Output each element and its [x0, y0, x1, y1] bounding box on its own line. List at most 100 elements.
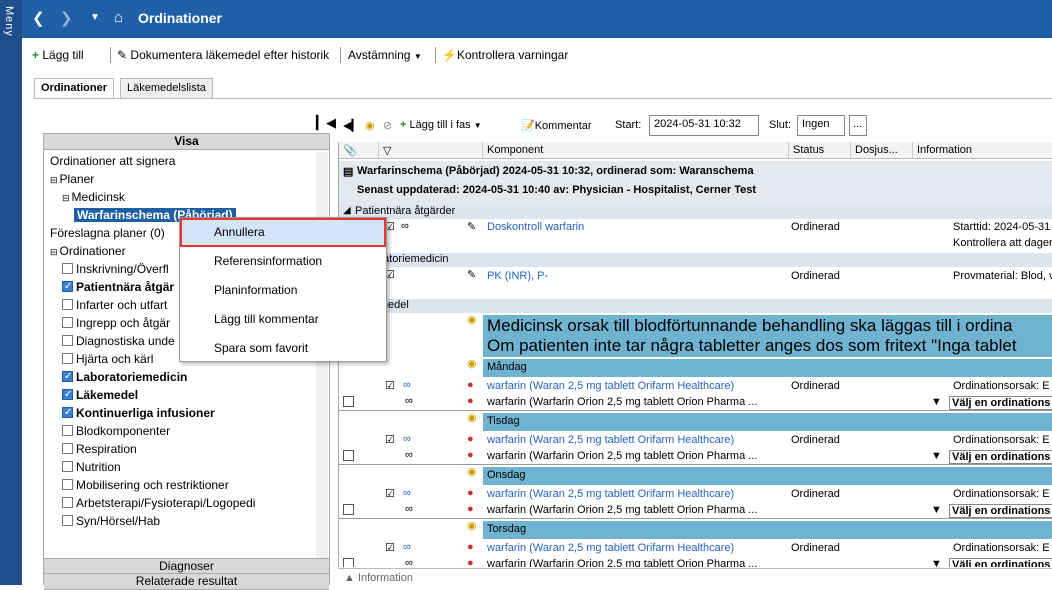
checkbox[interactable]: [62, 317, 73, 328]
checkbox[interactable]: [62, 461, 73, 472]
checkbox[interactable]: [62, 278, 73, 296]
section-row[interactable]: Laboratoriemedicin: [339, 253, 1052, 267]
row-checkbox[interactable]: [343, 558, 354, 567]
table-row[interactable]: ☑ ∞ ✎ Doskontroll warfarin Ordinerad Sta…: [339, 219, 1052, 253]
home-icon[interactable]: ⌂: [114, 9, 123, 26]
component-link[interactable]: Doskontroll warfarin: [487, 221, 584, 233]
checkbox[interactable]: [62, 443, 73, 454]
row-checkbox[interactable]: [343, 396, 354, 407]
add-button[interactable]: + Lägg till: [32, 48, 84, 62]
tab-ordinationer[interactable]: Ordinationer: [34, 78, 115, 98]
checkbox[interactable]: [62, 299, 73, 310]
tree-item[interactable]: Ordinationer att signera: [50, 152, 175, 170]
table-row[interactable]: ☑ ∞ ● warfarin (Waran 2,5 mg tablett Orifar…: [339, 433, 1052, 449]
menu-item-annullera[interactable]: Annullera: [180, 218, 386, 247]
tree-item[interactable]: Respiration: [62, 440, 137, 458]
chevron-down-icon[interactable]: ▼: [931, 558, 942, 567]
document-button[interactable]: ✎ Dokumentera läkemedel efter historik: [117, 48, 329, 62]
table-row[interactable]: ☑ ∞ ● warfarin (Waran 2,5 mg tablett Orifar…: [339, 541, 1052, 557]
expand-icon[interactable]: ⊟: [50, 247, 58, 257]
back-icon[interactable]: ❮: [32, 9, 45, 27]
tree-item[interactable]: Läkemedel: [62, 386, 138, 404]
column-header[interactable]: Information: [913, 142, 1052, 159]
tree-item[interactable]: Laboratoriemedicin: [62, 368, 187, 386]
tree-item[interactable]: Arbetsterapi/Fysioterapi/Logopedi: [62, 494, 255, 512]
chevron-down-icon[interactable]: ▼: [931, 450, 942, 462]
tree-item[interactable]: Infarter och utfart: [62, 296, 167, 314]
component-link[interactable]: PK (INR), P-: [487, 270, 548, 282]
checkbox[interactable]: [62, 353, 73, 364]
tree-item[interactable]: Föreslagna planer (0): [50, 224, 165, 242]
end-date-input[interactable]: Ingen: [797, 115, 845, 136]
side-menu-bar[interactable]: Meny: [0, 0, 22, 585]
component-link[interactable]: warfarin (Waran 2,5 mg tablett Orifarm H…: [487, 542, 734, 554]
tree-item[interactable]: Hjärta och kärl: [62, 350, 153, 368]
day-row[interactable]: ◉ Torsdag: [339, 519, 1052, 541]
attach-column-header[interactable]: 📎: [339, 142, 379, 159]
comment-button[interactable]: 📝Kommentar: [521, 119, 592, 132]
column-header[interactable]: Komponent: [483, 142, 789, 159]
table-row[interactable]: ∞ ● warfarin (Warfarin Orion 2,5 mg tablet…: [339, 395, 1052, 411]
tree-item[interactable]: Diagnostiska unde: [62, 332, 175, 350]
tree-item[interactable]: ⊟ Medicinsk: [62, 188, 125, 206]
forward-icon[interactable]: ❯: [60, 9, 73, 27]
reason-select[interactable]: Välj en ordinations: [949, 504, 1052, 518]
day-row[interactable]: ◉ Onsdag: [339, 465, 1052, 487]
reason-select[interactable]: Välj en ordinations: [949, 396, 1052, 410]
menu-item-add-comment[interactable]: Lägg till kommentar: [180, 305, 386, 334]
information-panel[interactable]: ▲ Information: [338, 568, 1052, 585]
checkbox[interactable]: [62, 425, 73, 436]
visa-header[interactable]: Visa: [44, 134, 329, 150]
table-row[interactable]: ☑ ∞ ● warfarin (Waran 2,5 mg tablett Orifar…: [339, 379, 1052, 395]
cancel-icon[interactable]: ⊘: [383, 119, 392, 132]
more-button[interactable]: ...: [849, 115, 867, 136]
column-header[interactable]: Status: [789, 142, 851, 159]
chevron-down-icon[interactable]: ▼: [931, 396, 942, 408]
expand-icon[interactable]: ⊟: [50, 175, 58, 185]
tree-item[interactable]: Inskrivning/Överfl: [62, 260, 169, 278]
dropdown-icon[interactable]: ▼: [90, 12, 100, 23]
plan-header-row[interactable]: ▤ Warfarinschema (Påbörjad) 2024-05-31 1…: [339, 161, 1052, 205]
column-header[interactable]: Dosjus...: [851, 142, 913, 159]
component-link[interactable]: warfarin (Waran 2,5 mg tablett Orifarm H…: [487, 488, 734, 500]
nav-left-icon[interactable]: ◀▎: [343, 119, 360, 132]
section-row[interactable]: Läkemedel: [339, 299, 1052, 313]
day-row[interactable]: ◉ Tisdag: [339, 411, 1052, 433]
table-row[interactable]: ∞ ● warfarin (Warfarin Orion 2,5 mg tablet…: [339, 557, 1052, 567]
tree-item[interactable]: Patientnära åtgär: [62, 278, 174, 296]
row-checkbox[interactable]: [343, 504, 354, 515]
tree-item[interactable]: Syn/Hörsel/Hab: [62, 512, 160, 530]
menu-item-save-favorite[interactable]: Spara som favorit: [180, 334, 386, 363]
flag-column-header[interactable]: ▽: [379, 142, 483, 159]
expand-icon[interactable]: ⊟: [62, 193, 70, 203]
table-row[interactable]: ☑ ∞ ● warfarin (Waran 2,5 mg tablett Orifar…: [339, 487, 1052, 503]
filter-icon[interactable]: ◉: [365, 119, 375, 132]
reconcile-button[interactable]: Avstämning ▼: [348, 48, 422, 62]
tree-item[interactable]: ⊟ Planer: [50, 170, 94, 188]
tree-item[interactable]: Ingrepp och åtgär: [62, 314, 170, 332]
table-row[interactable]: ∞ ● warfarin (Warfarin Orion 2,5 mg tablet…: [339, 503, 1052, 519]
row-checkbox[interactable]: [343, 450, 354, 461]
component-link[interactable]: warfarin (Waran 2,5 mg tablett Orifarm H…: [487, 434, 734, 446]
tree-item[interactable]: ⊟ Ordinationer: [50, 242, 126, 260]
checkbox[interactable]: [62, 515, 73, 526]
tree-item[interactable]: Kontinuerliga infusioner: [62, 404, 215, 422]
add-in-phase-button[interactable]: + Lägg till i fas ▼: [400, 119, 482, 131]
reason-select[interactable]: Välj en ordinations: [949, 558, 1052, 567]
tree-item[interactable]: Nutrition: [62, 458, 121, 476]
checkbox[interactable]: [62, 497, 73, 508]
checkbox[interactable]: [62, 479, 73, 490]
table-row[interactable]: ∞ ● warfarin (Warfarin Orion 2,5 mg tablet…: [339, 449, 1052, 465]
checkbox[interactable]: [62, 263, 73, 274]
menu-item-planinformation[interactable]: Planinformation: [180, 276, 386, 305]
checkbox[interactable]: [62, 368, 73, 386]
chevron-down-icon[interactable]: ▼: [931, 504, 942, 516]
tree-item[interactable]: Blodkomponenter: [62, 422, 170, 440]
tree-item[interactable]: Mobilisering och restriktioner: [62, 476, 229, 494]
checkbox[interactable]: [62, 404, 73, 422]
reason-select[interactable]: Välj en ordinations: [949, 450, 1052, 464]
checkbox[interactable]: [62, 386, 73, 404]
table-row[interactable]: ☑ ✎ PK (INR), P- Ordinerad Provmaterial:…: [339, 267, 1052, 299]
checkbox[interactable]: [62, 335, 73, 346]
related-results-button[interactable]: Relaterade resultat: [44, 574, 329, 590]
